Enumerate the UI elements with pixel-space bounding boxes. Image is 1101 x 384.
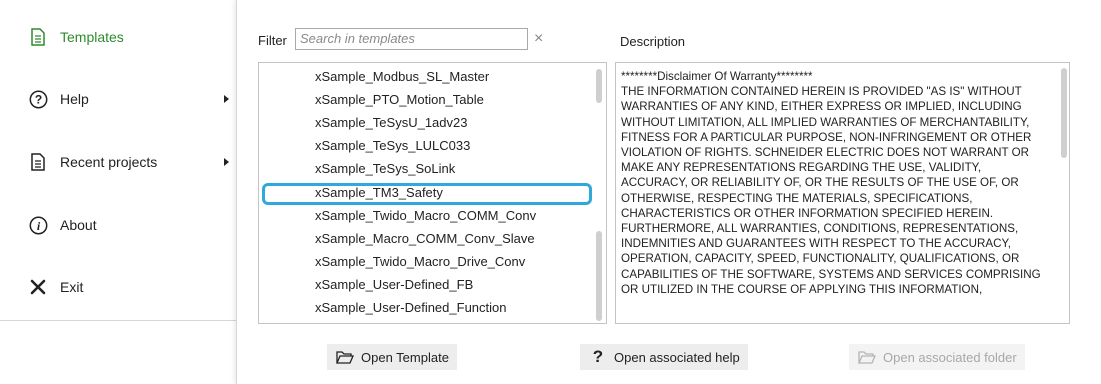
info-icon: i [28, 215, 48, 235]
nav-item-label: Recent projects [60, 154, 158, 170]
open-help-label: Open associated help [614, 349, 740, 365]
list-scrollbar-thumb[interactable] [596, 231, 602, 321]
document-icon [28, 152, 48, 172]
close-icon [28, 277, 48, 297]
list-item[interactable]: xSample_TeSys_SoLink [315, 161, 455, 176]
help-circle-icon: ? [28, 89, 48, 109]
templates-list[interactable]: xSample_Modbus_SL_Master xSample_PTO_Mot… [258, 62, 607, 324]
clear-filter-icon[interactable]: × [534, 30, 543, 48]
description-label: Description [620, 34, 686, 49]
chevron-right-icon [224, 158, 229, 166]
list-item[interactable]: xSample_TeSys_LULC033 [315, 138, 470, 153]
templates-window: Templates ? Help Recent projects i About [0, 0, 1101, 384]
list-item[interactable]: xSample_TeSysU_1adv23 [315, 115, 467, 130]
list-item[interactable]: xSample_User-Defined_FB [315, 277, 473, 292]
nav-item-recent-projects[interactable]: Recent projects [28, 147, 233, 177]
open-template-label: Open Template [361, 349, 449, 365]
list-item[interactable]: xSample_PTO_Motion_Table [315, 92, 484, 107]
folder-open-icon [335, 348, 355, 366]
open-associated-help-button[interactable]: ? Open associated help [580, 344, 748, 370]
list-item[interactable]: xSample_User-Defined_Function [315, 300, 506, 315]
nav-item-help[interactable]: ? Help [28, 84, 233, 114]
list-item-selected[interactable]: xSample_TM3_Safety [315, 185, 443, 200]
nav-item-templates[interactable]: Templates [28, 22, 233, 52]
nav-item-label: About [60, 217, 97, 233]
description-scrollbar[interactable] [1061, 68, 1067, 158]
question-mark-icon: ? [592, 347, 604, 366]
chevron-right-icon [224, 95, 229, 103]
svg-text:i: i [36, 219, 40, 233]
filter-label: Filter [258, 33, 287, 48]
description-text: ********Disclaimer Of Warranty******** T… [615, 62, 1070, 324]
nav-item-label: Help [60, 91, 89, 107]
nav-item-label: Exit [60, 279, 84, 295]
nav-item-about[interactable]: i About [28, 210, 233, 240]
open-associated-folder-button[interactable]: Open associated folder [849, 344, 1025, 370]
document-icon [28, 27, 48, 47]
list-scrollbar[interactable] [596, 69, 602, 321]
list-item[interactable]: xSample_Twido_Macro_Drive_Conv [315, 254, 525, 269]
svg-text:?: ? [34, 92, 41, 106]
nav-footer [0, 320, 236, 384]
list-scrollbar-thumb-top[interactable] [596, 69, 602, 103]
open-folder-label: Open associated folder [883, 349, 1017, 365]
side-nav: Templates ? Help Recent projects i About [0, 0, 236, 320]
open-template-button[interactable]: Open Template [327, 344, 457, 370]
list-item[interactable]: xSample_Modbus_SL_Master [315, 69, 489, 84]
nav-item-label: Templates [60, 29, 124, 45]
list-item[interactable]: xSample_Macro_COMM_Conv_Slave [315, 231, 535, 246]
search-input[interactable]: Search in templates [295, 28, 528, 50]
nav-item-exit[interactable]: Exit [28, 272, 233, 302]
list-item[interactable]: xSample_Twido_Macro_COMM_Conv [315, 208, 536, 223]
folder-open-icon [857, 348, 877, 366]
templates-panel: Filter Search in templates × Description… [236, 0, 1101, 384]
